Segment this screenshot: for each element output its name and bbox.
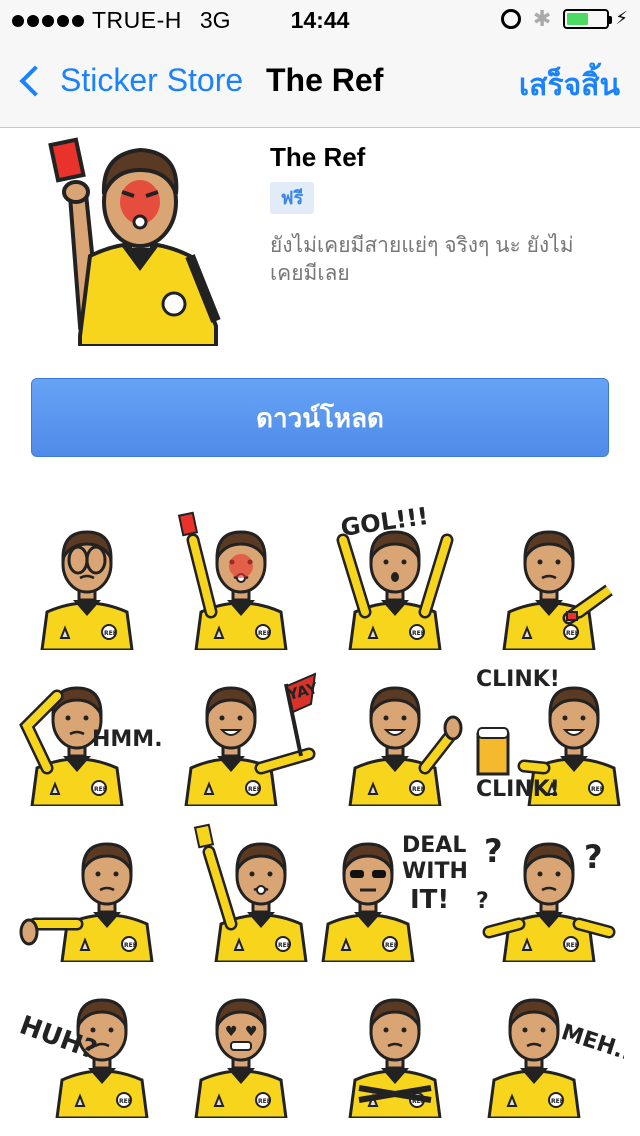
sticker-art: REF xyxy=(177,511,288,650)
svg-text:REF: REF xyxy=(258,1098,271,1105)
status-right: ✱ ⚡ xyxy=(500,5,628,31)
sticker-art: MEH... REF xyxy=(487,998,624,1118)
svg-text:REF: REF xyxy=(94,786,107,793)
navigation-bar: Sticker Store The Ref เสร็จสิ้น xyxy=(0,40,640,128)
svg-text:REF: REF xyxy=(248,786,261,793)
sticker-sunglasses[interactable]: DEAL WITH IT! REF xyxy=(320,812,470,962)
back-button[interactable]: Sticker Store xyxy=(12,62,243,99)
svg-text:♥: ♥ xyxy=(245,1024,258,1040)
svg-text:?: ? xyxy=(476,889,489,914)
svg-text:MEH...: MEH... xyxy=(558,1020,624,1069)
sticker-flag[interactable]: YAY! REF xyxy=(166,656,316,806)
svg-text:REF: REF xyxy=(412,1098,425,1105)
charging-icon: ⚡ xyxy=(615,8,628,28)
sticker-thumb-down[interactable]: REF xyxy=(12,812,162,962)
svg-text:REF: REF xyxy=(591,786,604,793)
svg-text:?: ? xyxy=(484,832,503,870)
svg-text:REF: REF xyxy=(412,786,425,793)
alarm-icon xyxy=(500,8,521,29)
svg-text:REF: REF xyxy=(278,942,291,949)
pack-description: ยังไม่เคยมีสายแย่ๆ จริงๆ นะ ยังไม่เคยมีเ… xyxy=(270,234,574,285)
svg-text:IT!: IT! xyxy=(410,885,449,915)
svg-text:REF: REF xyxy=(124,942,137,949)
sticker-watch[interactable]: REF xyxy=(474,500,624,650)
sticker-think[interactable]: HMM... REF xyxy=(12,656,162,806)
svg-text:REF: REF xyxy=(119,1098,132,1105)
sticker-meh[interactable]: MEH... REF xyxy=(474,968,624,1118)
sticker-art: REF xyxy=(348,686,463,806)
sticker-arms-crossed[interactable]: REF xyxy=(320,968,470,1118)
back-button-label: Sticker Store xyxy=(60,62,244,98)
chevron-left-icon xyxy=(19,64,51,97)
svg-text:WITH: WITH xyxy=(402,859,468,884)
bluetooth-icon: ✱ xyxy=(532,5,552,31)
svg-text:GOL!!!: GOL!!! xyxy=(339,502,430,542)
svg-text:REF: REF xyxy=(412,630,425,637)
sticker-red-card[interactable]: REF xyxy=(166,500,316,650)
pack-title: The Ref xyxy=(270,142,366,172)
sticker-cheer[interactable]: GOL!!! REF xyxy=(320,500,470,650)
pack-main-image xyxy=(40,136,230,348)
sticker-art: HMM... REF xyxy=(19,686,162,806)
sticker-art: REF xyxy=(502,530,613,650)
sticker-art: ♥ ♥ REF xyxy=(194,998,288,1118)
svg-text:HMM...: HMM... xyxy=(92,727,162,752)
svg-text:REF: REF xyxy=(104,630,117,637)
sticker-art: REF xyxy=(348,998,442,1118)
svg-text:REF: REF xyxy=(551,1098,564,1105)
sticker-confused[interactable]: ??? REF xyxy=(474,812,624,962)
sticker-art: GOL!!! REF xyxy=(336,502,454,650)
sticker-art: DEALWITHIT! REF xyxy=(321,833,468,962)
sticker-thumb-up[interactable]: REF xyxy=(320,656,470,806)
svg-text:REF: REF xyxy=(258,630,271,637)
svg-text:CLINK!: CLINK! xyxy=(476,667,560,692)
svg-text:CLINK!: CLINK! xyxy=(476,777,560,802)
svg-text:?: ? xyxy=(584,838,603,876)
sticker-art: REF xyxy=(40,530,134,650)
sticker-beer[interactable]: CLINK! CLINK! REF xyxy=(474,656,624,806)
svg-text:♥: ♥ xyxy=(225,1024,238,1040)
sticker-grid: REFREFGOL!!!REFREFHMM...REFYAY!REFREFCLI… xyxy=(12,500,628,1120)
sticker-art: CLINK! CLINK! REF xyxy=(476,667,621,806)
page-title: The Ref xyxy=(266,62,384,98)
sticker-art: HUH?REF xyxy=(16,998,149,1118)
status-bar: TRUE-H 3G 14:44 ✱ ⚡ xyxy=(0,0,640,40)
sticker-art: ? ?? REF xyxy=(476,832,616,962)
battery-icon xyxy=(563,8,613,29)
svg-text:REF: REF xyxy=(566,942,579,949)
sticker-huh[interactable]: HUH? REF xyxy=(12,968,162,1118)
svg-text:REF: REF xyxy=(566,630,579,637)
sticker-art: REF xyxy=(19,842,154,962)
sticker-face-palm[interactable]: REF xyxy=(12,500,162,650)
sticker-yellow-card[interactable]: REF xyxy=(166,812,316,962)
sticker-art: YAY!REF xyxy=(184,672,316,806)
sticker-art: REF xyxy=(193,823,308,962)
done-button[interactable]: เสร็จสิ้น xyxy=(519,62,620,109)
price-badge: ฟรี xyxy=(270,182,314,214)
svg-text:DEAL: DEAL xyxy=(402,833,466,858)
sticker-love[interactable]: ♥ ♥ REF xyxy=(166,968,316,1118)
svg-text:REF: REF xyxy=(385,942,398,949)
download-button[interactable]: ดาวน์โหลด xyxy=(31,378,609,457)
